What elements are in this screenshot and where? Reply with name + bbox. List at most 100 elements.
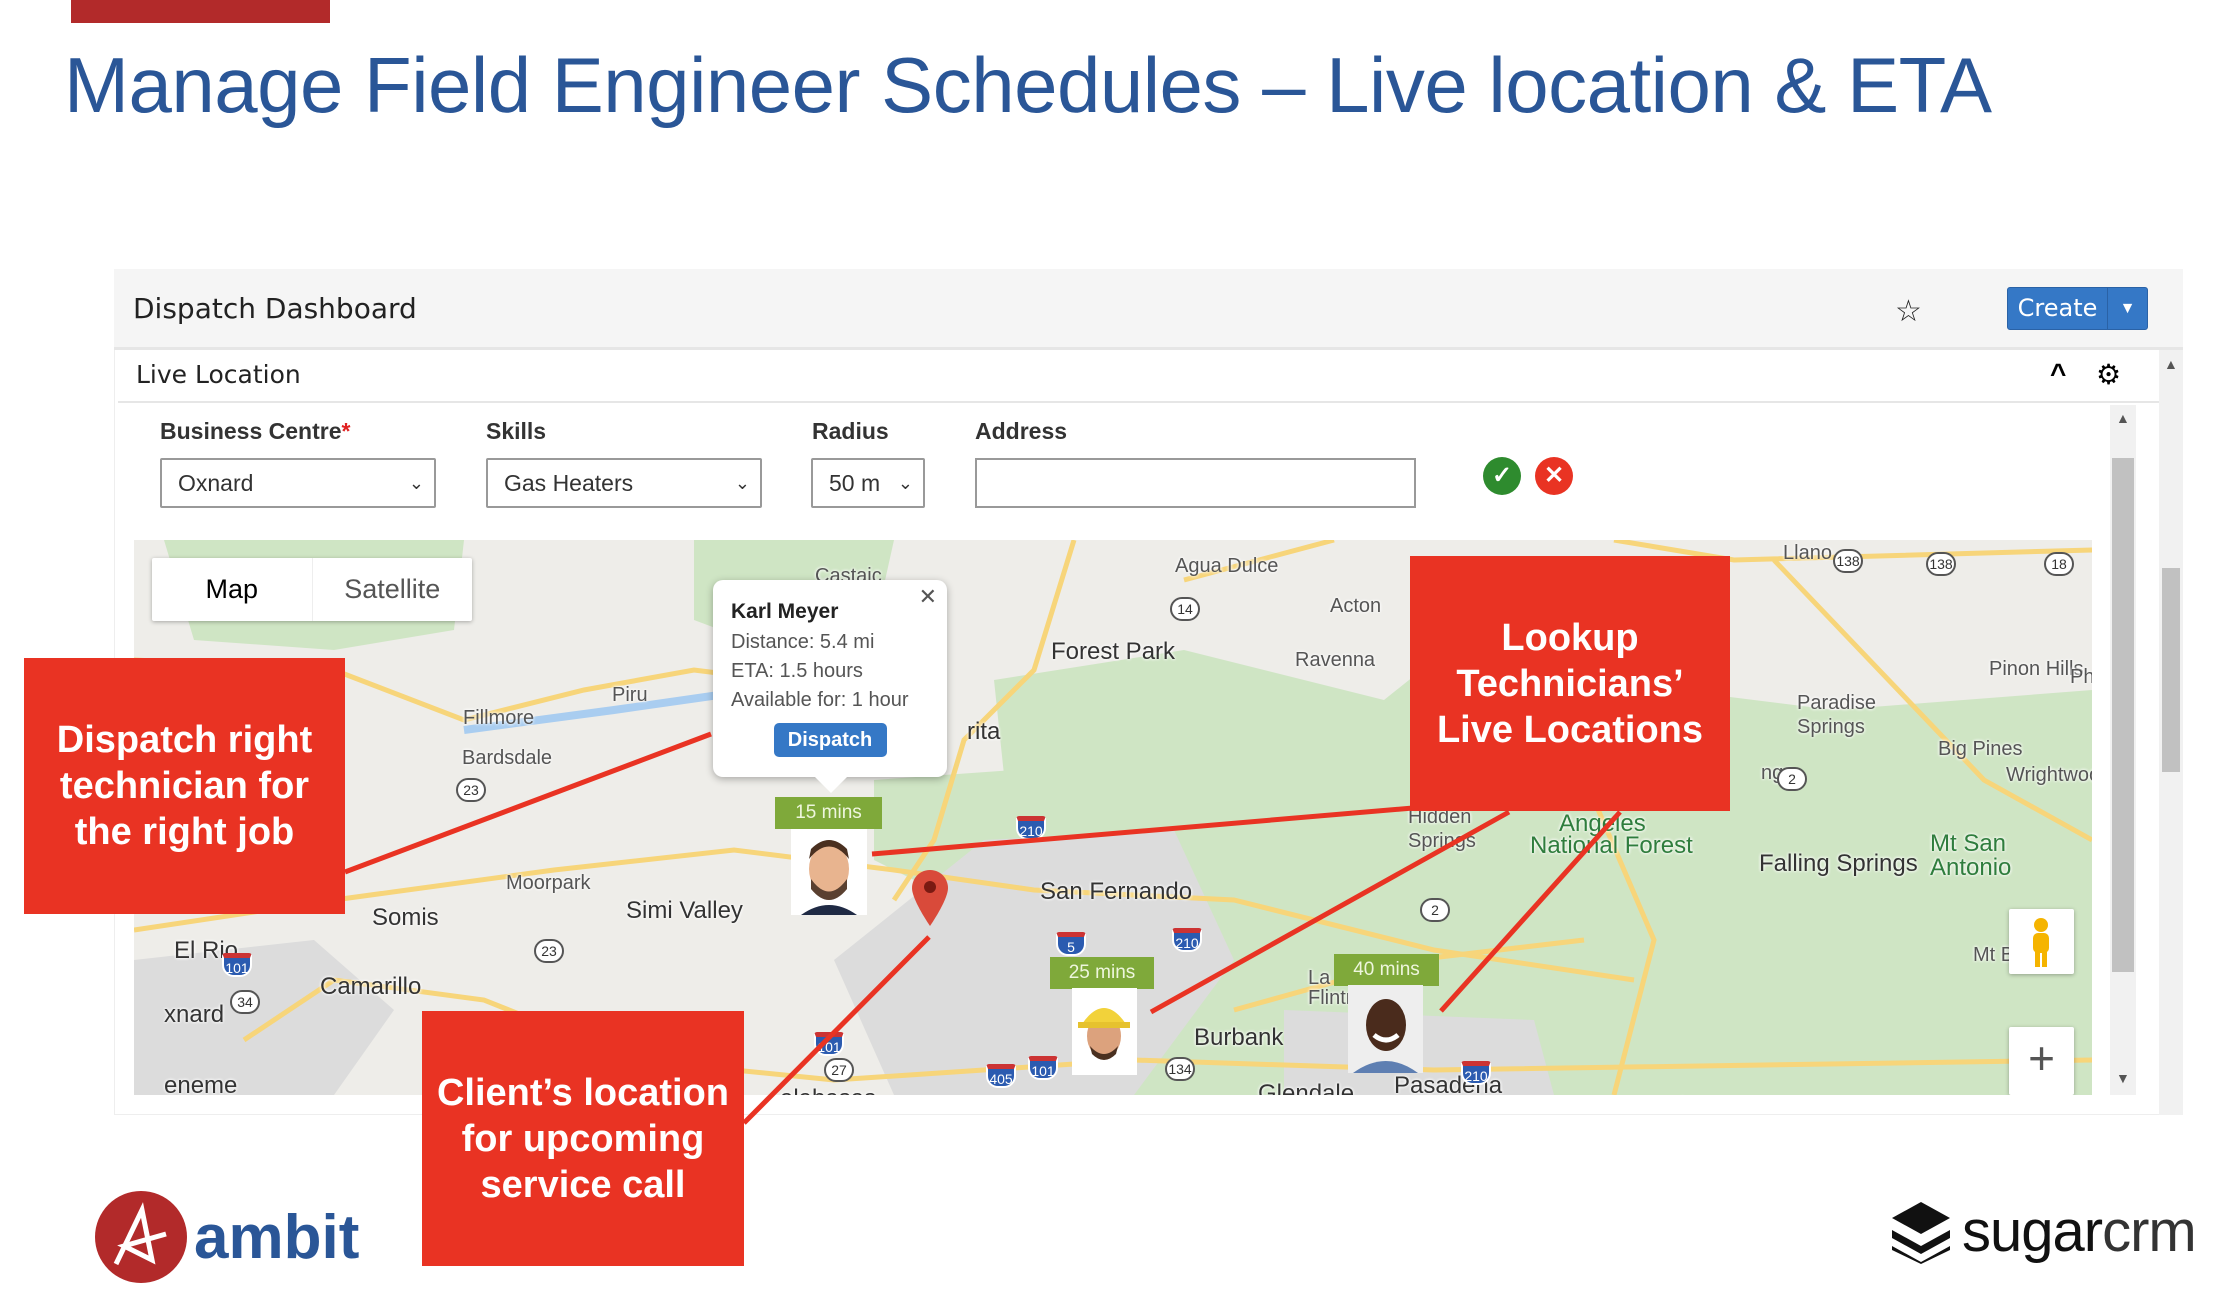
map-place-label: National Forest (1530, 832, 1693, 859)
required-mark: * (341, 418, 351, 444)
map-place-label: Agua Dulce (1175, 555, 1279, 577)
scroll-down-arrow-icon[interactable]: ▼ (2116, 1070, 2130, 1086)
technician-name: Karl Meyer (731, 600, 839, 623)
street-view-pegman-icon[interactable] (2009, 909, 2074, 974)
map-place-label: Azusa (1676, 1094, 1732, 1095)
scroll-up-arrow-icon[interactable]: ▲ (2116, 410, 2130, 426)
radius-label: Radius (812, 418, 889, 444)
map-place-label: alabasas (780, 1085, 876, 1095)
technician-photo[interactable] (1348, 985, 1423, 1073)
technician-eta-badge: 15 mins (775, 797, 882, 829)
chevron-down-icon: ⌄ (408, 473, 424, 493)
callout-dispatch: Dispatch right technician for the right … (24, 658, 345, 914)
zoom-in-button[interactable]: + (2009, 1027, 2074, 1095)
map-place-label: rita (967, 718, 1001, 745)
road-shield: 210 (1461, 1061, 1491, 1085)
map-pin-icon[interactable] (910, 868, 950, 928)
business-centre-select[interactable]: Oxnard ⌄ (160, 458, 436, 508)
star-outline-icon[interactable]: ☆ (1895, 294, 1922, 329)
create-label: Create (2017, 294, 2098, 322)
road-shield: 134 (1165, 1057, 1195, 1081)
road-shield: 405 (986, 1064, 1016, 1088)
map-place-label: Somis (372, 904, 439, 931)
close-icon[interactable]: ✕ (919, 584, 937, 610)
map-place-label: Paradise (1797, 692, 1876, 714)
ambit-logo-mark (95, 1191, 187, 1283)
map-type-toggle: Map Satellite (152, 558, 472, 621)
map-place-label: Antonio (1930, 854, 2012, 881)
map-place-label: Burbank (1194, 1024, 1284, 1051)
technician-eta-badge: 25 mins (1050, 957, 1154, 989)
map-place-label: Phela (2070, 666, 2092, 688)
map-place-label: Acton (1330, 595, 1382, 617)
ambit-logo: ambit (94, 1190, 359, 1284)
map-place-label: Springs (1408, 830, 1476, 852)
chevron-down-icon: ⌄ (897, 473, 913, 493)
map-place-label: Moorpark (506, 872, 591, 894)
outer-scrollbar-thumb[interactable] (2162, 568, 2180, 772)
chevron-up-icon[interactable]: ^ (2050, 358, 2066, 390)
road-shield: 23 (534, 939, 564, 963)
dispatch-button[interactable]: Dispatch (773, 723, 887, 757)
map-place-label: Springs (1797, 716, 1865, 738)
technician-photo-karl-meyer[interactable] (791, 829, 867, 915)
x-circle-icon[interactable]: ✕ (1535, 457, 1573, 495)
avatar (801, 840, 857, 915)
map-place-label: Falling Springs (1759, 850, 1918, 877)
scroll-up-arrow-icon[interactable]: ▲ (2164, 356, 2178, 372)
map-type-satellite-button[interactable]: Satellite (313, 558, 473, 621)
technician-eta-badge: 40 mins (1334, 954, 1439, 986)
business-centre-label: Business Centre* (160, 418, 350, 445)
road-shield: 5 (1056, 932, 1086, 956)
road-shield: 2 (1777, 767, 1807, 791)
map-place-label: Fillmore (463, 707, 535, 729)
sugarcrm-logo-mark (1892, 1201, 1950, 1264)
map-place-label: Glendale (1258, 1080, 1355, 1095)
live-location-title: Live Location (136, 360, 301, 389)
callout-lookup: Lookup Technicians’ Live Locations (1410, 556, 1730, 811)
radius-select[interactable]: 50 m ⌄ (811, 458, 925, 508)
dashboard-header (114, 269, 2183, 350)
road-shield: 18 (2044, 552, 2074, 576)
check-circle-icon[interactable]: ✓ (1483, 457, 1521, 495)
road-shield: 27 (824, 1058, 854, 1082)
road-shield: 34 (230, 990, 260, 1014)
label-text: Business Centre (160, 418, 342, 444)
technician-info-popup: ✕ Karl Meyer Distance: 5.4 mi ETA: 1.5 h… (713, 580, 947, 793)
map-place-label: Simi Valley (626, 897, 743, 924)
create-button[interactable]: Create ▼ (2007, 287, 2148, 330)
caret-down-icon[interactable]: ▼ (2107, 288, 2147, 329)
avatar (1078, 1008, 1130, 1060)
map-place-label: Forest Park (1051, 638, 1176, 665)
map-place-label: Llano (1783, 542, 1832, 564)
map-place-label: eneme (164, 1072, 238, 1095)
inner-scrollbar-thumb[interactable] (2112, 458, 2134, 972)
road-shield: 101 (1028, 1056, 1058, 1080)
road-shield: 101 (222, 953, 252, 977)
map-place-label: Bardsdale (462, 747, 553, 769)
map-place-label: xnard (164, 1001, 225, 1028)
skills-select[interactable]: Gas Heaters ⌄ (486, 458, 762, 508)
ambit-wordmark: ambit (194, 1202, 360, 1272)
road-shield: 210 (1172, 928, 1202, 952)
road-shield: 23 (456, 778, 486, 802)
chevron-down-icon: ⌄ (734, 473, 750, 493)
road-shield: 210 (1016, 816, 1046, 840)
select-value: 50 m (829, 470, 881, 496)
address-input[interactable] (975, 458, 1416, 508)
road-shield: 2 (1420, 898, 1450, 922)
road-shield: 138 (1926, 552, 1956, 576)
gear-icon[interactable]: ⚙ (2096, 358, 2121, 391)
map-type-map-button[interactable]: Map (152, 558, 313, 621)
live-location-header (118, 350, 2159, 403)
slide-title: Manage Field Engineer Schedules – Live l… (64, 41, 1992, 129)
technician-availability: Available for: 1 hour (731, 689, 909, 711)
sugarcrm-wordmark: sugarcrm (1962, 1199, 2197, 1264)
map-place-label: Ravenna (1295, 649, 1376, 671)
sugarcrm-logo: sugarcrm (1890, 1198, 2197, 1265)
dashboard-title: Dispatch Dashboard (133, 292, 417, 325)
map-place-label: Piru (612, 684, 648, 706)
callout-client: Client’s location for upcoming service c… (422, 1011, 744, 1266)
technician-photo[interactable] (1072, 988, 1137, 1075)
avatar (1353, 999, 1418, 1073)
